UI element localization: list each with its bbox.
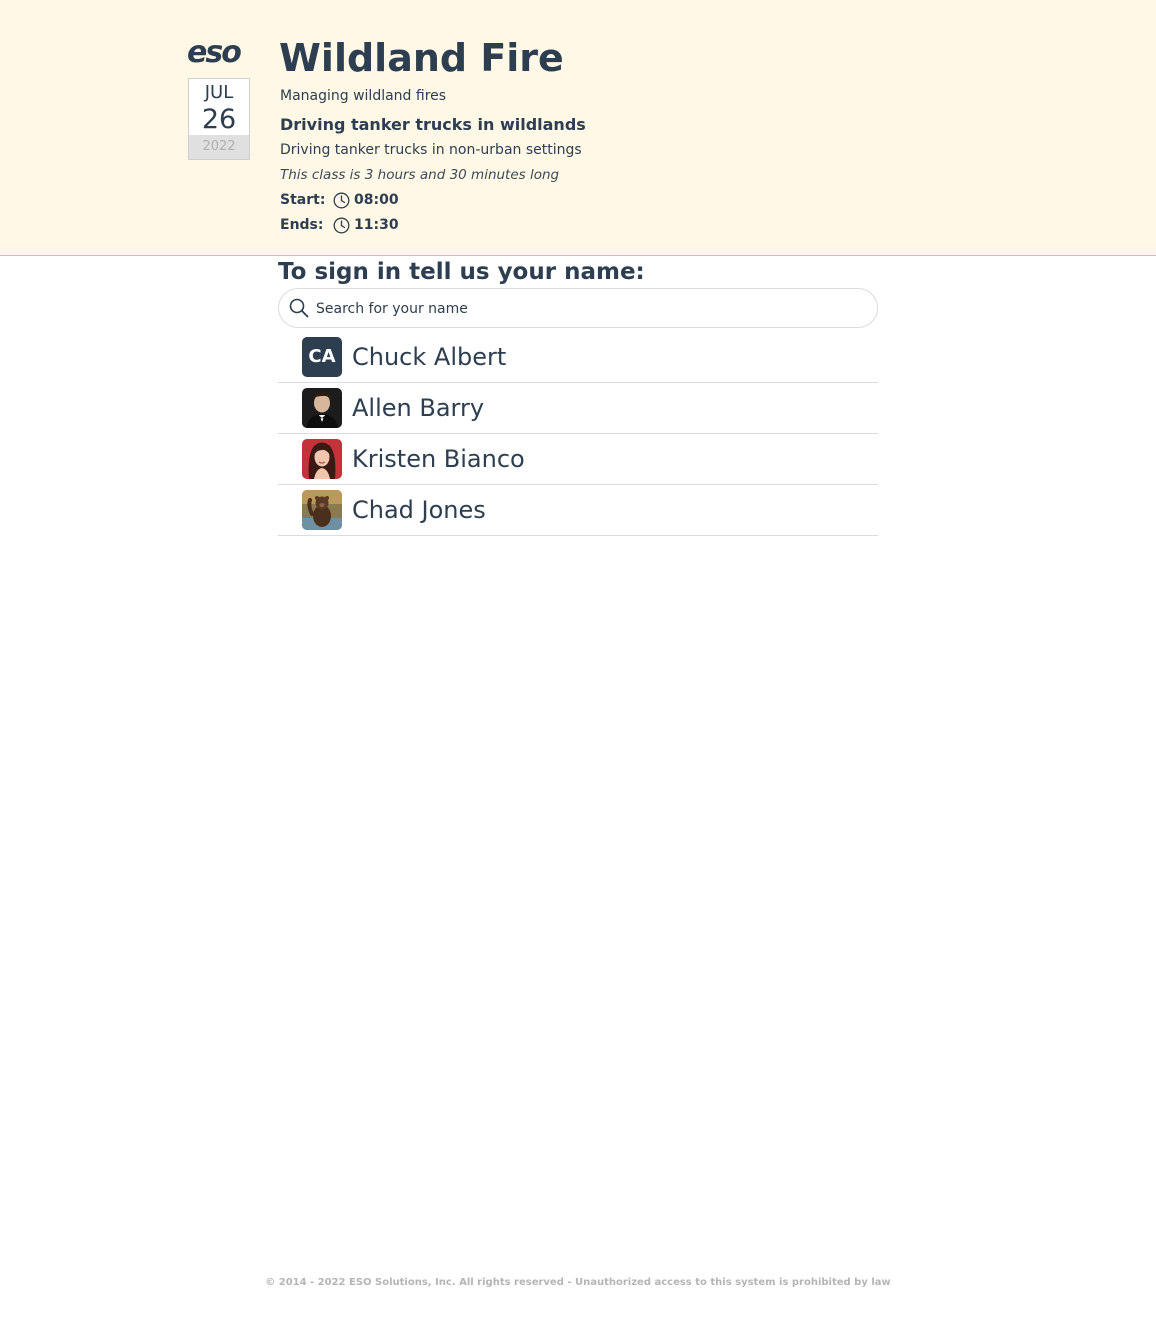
end-label: Ends: [280,217,324,233]
signin-prompt: To sign in tell us your name: [278,259,645,285]
start-time: 08:00 [354,192,399,208]
date-year: 2022 [189,135,249,159]
person-row-allen-barry[interactable]: Allen Barry [278,383,878,434]
clock-icon [333,217,350,233]
avatar-photo [302,388,342,428]
person-name: Allen Barry [352,394,485,422]
end-time-row: Ends: 11:30 [280,215,399,235]
start-label: Start: [280,192,326,208]
clock-icon [333,192,350,208]
start-time-row: Start: 08:00 [280,190,399,210]
date-month: JUL [204,82,234,103]
eso-logo: eso [187,35,242,70]
search-icon [289,298,309,318]
avatar-photo [302,490,342,530]
class-subtitle: Managing wildland fires [280,88,447,104]
person-row-chuck-albert[interactable]: CA Chuck Albert [278,332,878,383]
name-search-input[interactable] [314,297,858,321]
person-row-chad-jones[interactable]: Chad Jones [278,485,878,536]
class-header: eso JUL 26 2022 Wildland Fire Managing w… [0,0,1156,256]
avatar-photo [302,439,342,479]
duration-note: This class is 3 hours and 30 minutes lon… [280,167,560,183]
person-name: Kristen Bianco [352,445,525,473]
people-list: CA Chuck Albert Allen Barry Kristen Bian… [278,332,878,536]
person-name: Chuck Albert [352,343,507,371]
person-name: Chad Jones [352,496,486,524]
date-day: 26 [201,104,237,135]
course-name: Driving tanker trucks in wildlands [280,115,586,134]
avatar-initials: CA [302,337,342,377]
date-badge: JUL 26 2022 [188,78,250,160]
name-search-box[interactable] [278,288,878,328]
class-title: Wildland Fire [279,36,564,80]
course-description: Driving tanker trucks in non-urban setti… [280,142,582,158]
person-row-kristen-bianco[interactable]: Kristen Bianco [278,434,878,485]
copyright-footer: © 2014 - 2022 ESO Solutions, Inc. All ri… [265,1277,891,1288]
end-time: 11:30 [354,217,399,233]
